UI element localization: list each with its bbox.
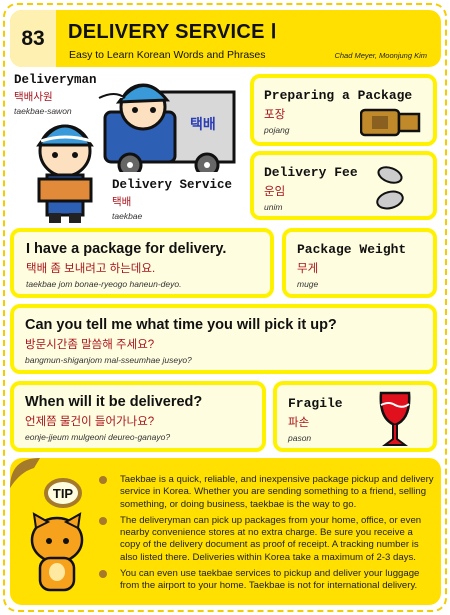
phrase-en: I have a package for delivery.: [26, 241, 227, 257]
word-card-fragile: Fragile 파손 pason: [273, 381, 437, 452]
service-en: Delivery Service: [112, 178, 233, 192]
packing-tape-icon: [360, 108, 421, 137]
word-card-preparing-package: Preparing a Package 포장 pojang: [250, 74, 437, 146]
tip-section: TIP Taekbae is a quick, reliable, and in…: [10, 458, 441, 605]
wine-glass-icon: [379, 391, 411, 446]
page-title: DELIVERY SERVICE Ⅰ: [68, 21, 277, 43]
phrase-rom: taekbae jom bonae-ryeogo haneun-deyo.: [26, 279, 182, 289]
phrase-kr: 언제쯤 물건이 들어가나요?: [25, 416, 155, 428]
service-kr: 택배: [112, 196, 132, 208]
phrase-kr: 택배 좀 보내려고 하는데요.: [26, 263, 156, 275]
authors: Chad Meyer, Moonjung Kim: [334, 51, 427, 60]
lesson-number: 83: [10, 10, 56, 67]
header: 83 DELIVERY SERVICE Ⅰ Easy to Learn Kore…: [10, 10, 441, 67]
phrase-en: Can you tell me what time you will pick …: [25, 317, 337, 333]
tip-list: Taekbae is a quick, reliable, and inexpe…: [99, 474, 435, 597]
deliveryman-kr: 택배사원: [14, 91, 53, 103]
phrase-kr: 방문시간좀 말씀해 주세요?: [25, 339, 155, 351]
word-kr: 무게: [297, 263, 319, 275]
deliveryman-icon: [36, 124, 94, 223]
phrase-en: When will it be delivered?: [25, 394, 203, 410]
deliveryman-en: Deliveryman: [14, 73, 97, 87]
phrase-card-package-for-delivery: I have a package for delivery. 택배 좀 보내려고…: [10, 228, 274, 298]
delivery-service-label: Delivery Service 택배 taekbae: [112, 178, 232, 221]
tip-item: Taekbae is a quick, reliable, and inexpe…: [99, 474, 435, 511]
coins-icon: [376, 166, 404, 210]
tip-item: You can even use taekbae services to pic…: [99, 568, 435, 593]
tip-cat-icon: TIP: [10, 458, 84, 592]
subtitle: Easy to Learn Korean Words and Phrases: [69, 49, 266, 61]
phrase-card-pickup-time: Can you tell me what time you will pick …: [10, 304, 437, 374]
word-rom: muge: [297, 279, 319, 289]
tip-item: The deliveryman can pick up packages fro…: [99, 515, 435, 564]
phrase-rom: eonje-jjeum mulgeoni deureo-ganayo?: [25, 432, 171, 442]
word-en: Package Weight: [297, 242, 407, 257]
service-rom: taekbae: [112, 211, 143, 221]
word-card-delivery-fee: Delivery Fee 운임 unim: [250, 151, 437, 220]
deliveryman-label: Deliveryman 택배사원 taekbae-sawon: [14, 73, 97, 116]
tip-label: TIP: [53, 486, 74, 501]
word-card-package-weight: Package Weight 무게 muge: [282, 228, 437, 298]
delivery-truck-icon: 택배: [98, 83, 236, 172]
word-en: Preparing a Package: [264, 88, 413, 103]
phrase-card-when-delivered: When will it be delivered? 언제쯤 물건이 들어가나요…: [10, 381, 266, 452]
phrase-rom: bangmun-shiganjom mal-sseumhae juseyo?: [25, 355, 192, 365]
truck-label: 택배: [190, 116, 216, 132]
